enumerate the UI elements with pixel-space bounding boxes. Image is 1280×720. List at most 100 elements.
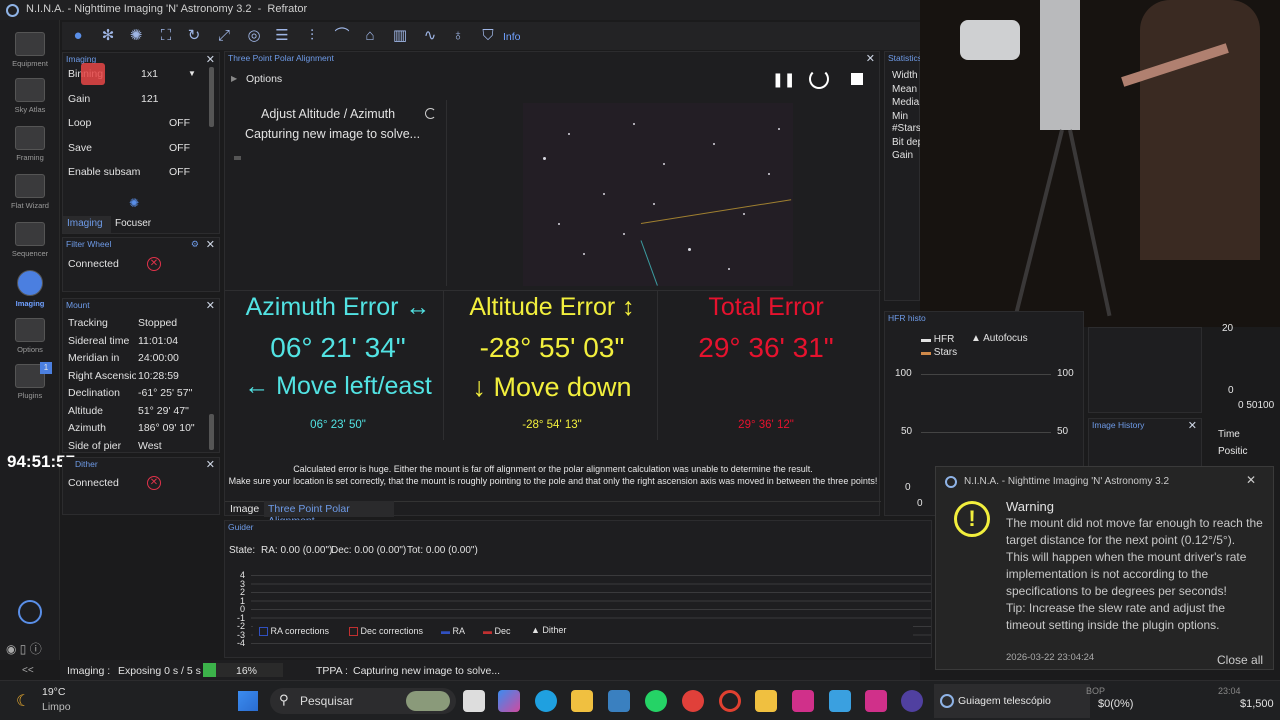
solved-image[interactable] xyxy=(523,103,793,286)
sequence-icon[interactable]: ☰ xyxy=(272,26,292,46)
info-label[interactable]: Info xyxy=(503,31,521,43)
weather-temp[interactable]: 19°C xyxy=(42,686,65,698)
guider-icon[interactable]: ◎ xyxy=(244,26,264,46)
progress-fill xyxy=(203,663,216,677)
nav-sky-atlas[interactable]: Sky Atlas xyxy=(0,78,60,114)
gain-input[interactable]: 121 xyxy=(141,93,159,105)
save-toggle[interactable]: OFF xyxy=(169,142,190,154)
chrome-icon[interactable] xyxy=(682,690,704,712)
dome-icon[interactable]: ⌂ xyxy=(360,26,380,46)
legend-dither: ▲ Dither xyxy=(531,625,567,635)
loop-toggle[interactable]: OFF xyxy=(169,117,190,129)
divider xyxy=(446,100,447,286)
nav-equipment[interactable]: Equipment xyxy=(0,32,60,68)
settings-icon[interactable]: ⚙ xyxy=(191,239,199,250)
stat-label: Min xyxy=(892,111,909,122)
camera-icon[interactable]: ● xyxy=(68,26,88,46)
pause-icon[interactable]: ❚❚ xyxy=(772,71,795,88)
imaging-icon xyxy=(17,270,43,296)
guider-state-label: State: xyxy=(229,545,256,556)
scrollbar[interactable] xyxy=(209,414,214,450)
safety-icon[interactable]: ⛉ xyxy=(478,26,498,46)
tab-imaging[interactable]: Imaging xyxy=(63,216,111,233)
star xyxy=(603,193,605,195)
app-icon[interactable] xyxy=(608,690,630,712)
disconnect-icon[interactable]: ✕ xyxy=(147,257,161,271)
hfr-icon[interactable]: ∿ xyxy=(420,26,440,46)
app-icon[interactable] xyxy=(865,690,887,712)
legend-dec: ▬ Dec xyxy=(483,626,511,636)
disconnect-icon[interactable]: ✕ xyxy=(147,476,161,490)
toast-body-2: This will happen when the mount driver's… xyxy=(1006,550,1247,598)
weather-desc[interactable]: Limpo xyxy=(42,701,71,713)
histogram-icon[interactable]: ▥ xyxy=(390,26,410,46)
subsample-toggle[interactable]: OFF xyxy=(169,166,190,178)
mount-value: 186° 09' 10" xyxy=(138,422,195,434)
tripod-leg xyxy=(1068,129,1112,317)
collapse-nav-button[interactable]: << xyxy=(22,665,34,676)
folder-icon[interactable] xyxy=(755,690,777,712)
chevron-down-icon[interactable]: ▼ xyxy=(188,69,196,78)
copilot-icon[interactable] xyxy=(498,690,520,712)
close-icon[interactable]: ✕ xyxy=(206,238,215,251)
weather-icon[interactable]: ⌒ xyxy=(332,26,352,46)
focuser-icon[interactable]: ✺ xyxy=(126,26,146,46)
taskbar-active-window[interactable]: Guiagem telescópio xyxy=(934,684,1090,718)
footer-icons[interactable]: ◉ ▯ ⓘ xyxy=(6,640,42,657)
moon-weather-icon[interactable]: ☾ xyxy=(16,691,30,711)
nav-framing[interactable]: Framing xyxy=(0,126,60,162)
scrollbar[interactable] xyxy=(209,67,214,127)
telescope-icon[interactable]: ⤢ xyxy=(214,26,234,46)
position-label: Positic xyxy=(1218,446,1248,457)
mount-value: West xyxy=(138,440,162,452)
progress-percent: 16% xyxy=(236,665,258,677)
tab-image[interactable]: Image xyxy=(230,503,259,515)
mount-value: Stopped xyxy=(138,317,178,329)
stop-icon[interactable] xyxy=(851,73,863,85)
close-icon[interactable]: ✕ xyxy=(1188,419,1197,432)
opera-icon[interactable] xyxy=(719,690,741,712)
warning-icon: ! xyxy=(954,501,990,537)
stat-label: Width xyxy=(892,70,918,81)
whatsapp-icon[interactable] xyxy=(645,690,667,712)
close-icon[interactable]: ✕ xyxy=(206,458,215,471)
options-expander[interactable]: Options xyxy=(246,73,282,85)
switch-icon[interactable]: ⫶ xyxy=(302,26,322,46)
star xyxy=(568,133,570,135)
close-icon[interactable]: ✕ xyxy=(206,53,215,66)
imaging-panel: Imaging ✕ Binning 1x1 ▼ Gain 121 Loop OF… xyxy=(62,52,220,234)
filter-wheel-icon[interactable]: ✻ xyxy=(98,26,118,46)
close-icon[interactable]: ✕ xyxy=(206,299,215,312)
task-view-icon[interactable] xyxy=(463,690,485,712)
app-icon[interactable] xyxy=(792,690,814,712)
binning-select[interactable]: 1x1 xyxy=(141,68,158,80)
close-all-button[interactable]: Close all xyxy=(1217,653,1263,667)
chevron-right-icon[interactable]: ▶ xyxy=(231,74,237,83)
nav-sequencer[interactable]: Sequencer xyxy=(0,222,60,258)
altitude-error-label: Altitude Error ↕ xyxy=(469,293,635,321)
close-icon[interactable]: ✕ xyxy=(866,52,875,65)
frame-icon[interactable]: ⛶ xyxy=(156,26,176,46)
app-icon[interactable] xyxy=(829,690,851,712)
power-icon[interactable] xyxy=(18,600,42,624)
tab-focuser[interactable]: Focuser xyxy=(115,218,151,229)
statistics-panel: Statistics Width Mean Media Min #Stars B… xyxy=(884,51,923,301)
store-icon[interactable] xyxy=(571,690,593,712)
tab-tppa[interactable]: Three Point Polar Alignment xyxy=(264,501,394,527)
hfr-legend: ▬ HFR xyxy=(921,334,955,345)
nav-options[interactable]: Options xyxy=(0,318,60,354)
search-input[interactable]: ⚲ Pesquisar xyxy=(270,688,456,714)
capture-icon[interactable]: ✺ xyxy=(129,196,139,210)
nav-imaging[interactable]: Imaging xyxy=(0,270,60,308)
windows-start-icon[interactable] xyxy=(238,691,258,711)
edge-icon[interactable] xyxy=(535,690,557,712)
total-error-value: 29° 36' 31" xyxy=(698,332,834,363)
rotator-icon[interactable]: ↻ xyxy=(184,26,204,46)
nav-flat-wizard[interactable]: Flat Wizard xyxy=(0,174,60,210)
nina-taskbar-icon[interactable] xyxy=(901,690,923,712)
image-history-panel: Image History ✕ xyxy=(1088,418,1202,470)
divider xyxy=(225,290,881,291)
light-icon[interactable]: ♁ xyxy=(448,26,468,46)
close-icon[interactable]: ✕ xyxy=(1246,473,1256,487)
tppa-step: Adjust Altitude / Azimuth xyxy=(261,107,396,121)
